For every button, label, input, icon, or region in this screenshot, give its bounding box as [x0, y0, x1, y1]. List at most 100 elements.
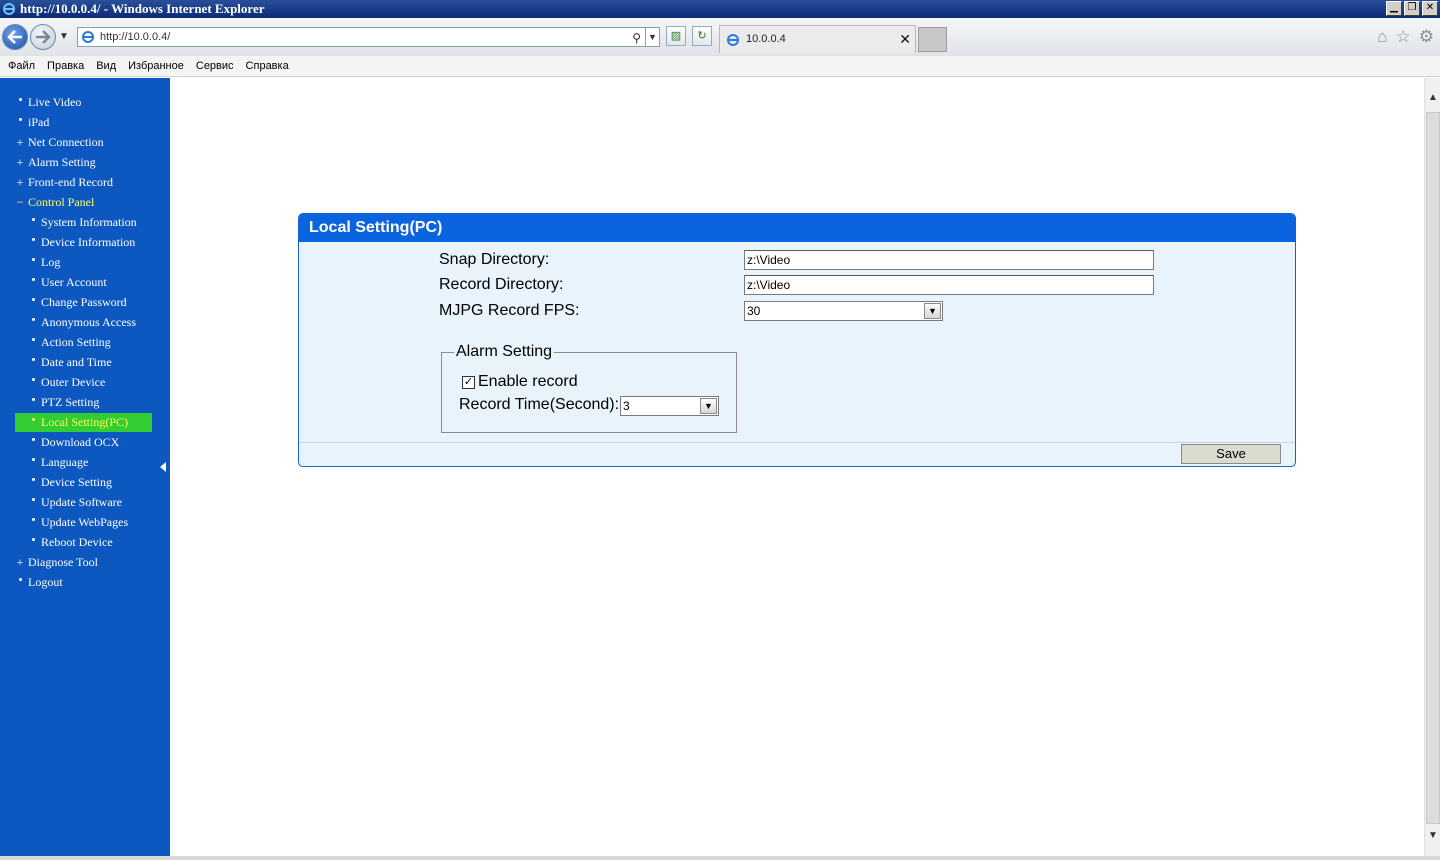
- tab-ie-icon: [727, 34, 739, 46]
- scroll-down-icon[interactable]: ▼: [1427, 830, 1439, 842]
- sidebar-item-diagnose-tool[interactable]: + Diagnose Tool: [0, 552, 170, 572]
- enable-record-checkbox[interactable]: ✓: [462, 376, 475, 389]
- back-arrow-icon: [7, 30, 22, 44]
- sidebar-item-date-and-time[interactable]: Date and Time: [0, 352, 170, 372]
- sidebar-item-anonymous-access[interactable]: Anonymous Access: [0, 312, 170, 332]
- search-icon[interactable]: ⚲: [632, 29, 641, 47]
- sidebar-item-local-setting-pc[interactable]: Local Setting(PC): [0, 412, 170, 432]
- bullet-icon: [29, 452, 37, 472]
- bullet-icon: [29, 532, 37, 552]
- record-directory-input[interactable]: [744, 275, 1154, 295]
- record-directory-row: Record Directory:: [299, 275, 1295, 297]
- expand-plus-icon: +: [16, 555, 24, 569]
- sidebar-item-control-panel[interactable]: − Control Panel: [0, 192, 170, 212]
- sidebar-item-alarm-setting[interactable]: + Alarm Setting: [0, 152, 170, 172]
- history-dropdown-icon[interactable]: ▼: [59, 31, 69, 42]
- sidebar-item-change-password[interactable]: Change Password: [0, 292, 170, 312]
- collapse-minus-icon: −: [16, 195, 24, 209]
- sidebar-item-system-information[interactable]: System Information: [0, 212, 170, 232]
- sidebar-item-log[interactable]: Log: [0, 252, 170, 272]
- record-time-select[interactable]: 3 ▼: [620, 396, 719, 416]
- bullet-icon: [29, 512, 37, 532]
- sidebar-item-ptz-setting[interactable]: PTZ Setting: [0, 392, 170, 412]
- minimize-button[interactable]: ▁: [1386, 1, 1402, 16]
- record-directory-label: Record Directory:: [439, 276, 564, 293]
- sidebar-item-device-setting[interactable]: Device Setting: [0, 472, 170, 492]
- sidebar-item-action-setting[interactable]: Action Setting: [0, 332, 170, 352]
- sidebar-item-net-connection[interactable]: + Net Connection: [0, 132, 170, 152]
- sidebar-item-update-software[interactable]: Update Software: [0, 492, 170, 512]
- bullet-icon: [29, 312, 37, 332]
- menu-favorites[interactable]: Избранное: [128, 56, 184, 76]
- browser-nav-bar: ▼ http://10.0.0.4/ ⚲ ▼ ▨ ↻ 10.0.0.4 ✕ ⌂ …: [0, 18, 1440, 56]
- snap-directory-row: Snap Directory:: [299, 250, 1295, 272]
- sidebar-collapse-arrow-icon[interactable]: [160, 462, 166, 472]
- bullet-icon: [29, 492, 37, 512]
- sidebar-item-download-ocx[interactable]: Download OCX: [0, 432, 170, 452]
- record-time-value: 3: [623, 399, 630, 413]
- bullet-icon: [16, 572, 24, 592]
- window-title-bar: http://10.0.0.4/ - Windows Internet Expl…: [0, 0, 1440, 18]
- address-dropdown-icon[interactable]: ▼: [645, 28, 659, 46]
- menu-file[interactable]: Файл: [8, 56, 35, 76]
- local-setting-panel: Local Setting(PC) Snap Directory: Record…: [298, 213, 1296, 467]
- sidebar-item-front-end-record[interactable]: + Front-end Record: [0, 172, 170, 192]
- sidebar-item-ipad[interactable]: iPad: [0, 112, 170, 132]
- save-button[interactable]: Save: [1181, 444, 1281, 464]
- bullet-icon: [29, 232, 37, 252]
- alarm-setting-group: Alarm Setting ✓ Enable record Record Tim…: [441, 343, 737, 433]
- scroll-up-icon[interactable]: ▲: [1427, 92, 1439, 104]
- forward-arrow-icon: [36, 30, 51, 44]
- bullet-icon: [29, 472, 37, 492]
- mjpg-fps-value: 30: [747, 304, 761, 318]
- vertical-scrollbar[interactable]: ▲ ▼: [1424, 78, 1440, 856]
- compatibility-view-icon[interactable]: ▨: [666, 26, 686, 46]
- ie-logo-icon: [3, 3, 15, 15]
- forward-button[interactable]: [30, 24, 56, 50]
- address-bar[interactable]: http://10.0.0.4/ ⚲ ▼: [77, 27, 660, 47]
- bullet-icon: [29, 372, 37, 392]
- sidebar-item-reboot-device[interactable]: Reboot Device: [0, 532, 170, 552]
- menu-tools[interactable]: Сервис: [196, 56, 234, 76]
- expand-plus-icon: +: [16, 135, 24, 149]
- enable-record-label: Enable record: [478, 373, 578, 390]
- close-window-button[interactable]: ✕: [1422, 1, 1438, 16]
- sidebar-item-outer-device[interactable]: Outer Device: [0, 372, 170, 392]
- sidebar-item-logout[interactable]: Logout: [0, 572, 170, 592]
- bullet-icon: [29, 392, 37, 412]
- back-button[interactable]: [2, 24, 28, 50]
- snap-directory-input[interactable]: [744, 250, 1154, 270]
- browser-tab[interactable]: 10.0.0.4 ✕: [719, 25, 916, 53]
- sidebar-item-update-webpages[interactable]: Update WebPages: [0, 512, 170, 532]
- menu-edit[interactable]: Правка: [47, 56, 84, 76]
- sidebar-item-language[interactable]: Language: [0, 452, 170, 472]
- expand-plus-icon: +: [16, 155, 24, 169]
- new-tab-button[interactable]: [918, 27, 947, 52]
- sidebar-item-live-video[interactable]: Live Video: [0, 92, 170, 112]
- scroll-thumb[interactable]: [1426, 112, 1440, 824]
- home-icon[interactable]: ⌂: [1377, 27, 1387, 47]
- favorites-star-icon[interactable]: ☆: [1396, 27, 1411, 47]
- main-content: Local Setting(PC) Snap Directory: Record…: [170, 78, 1424, 856]
- bullet-icon: [29, 292, 37, 312]
- refresh-icon[interactable]: ↻: [692, 26, 712, 46]
- bullet-icon: [16, 112, 24, 132]
- bullet-icon: [29, 352, 37, 372]
- address-text: http://10.0.0.4/: [100, 31, 171, 43]
- bullet-icon: [29, 332, 37, 352]
- tab-close-icon[interactable]: ✕: [899, 26, 911, 53]
- bullet-icon: [16, 92, 24, 112]
- sidebar-item-user-account[interactable]: User Account: [0, 272, 170, 292]
- sidebar-item-device-information[interactable]: Device Information: [0, 232, 170, 252]
- menu-view[interactable]: Вид: [96, 56, 116, 76]
- bullet-icon: [29, 212, 37, 232]
- status-strip: [0, 856, 1440, 860]
- expand-plus-icon: +: [16, 175, 24, 189]
- snap-directory-label: Snap Directory:: [439, 251, 550, 268]
- checkmark-icon: ✓: [463, 376, 474, 388]
- menu-help[interactable]: Справка: [246, 56, 289, 76]
- mjpg-fps-select[interactable]: 30 ▼: [744, 301, 943, 321]
- restore-button[interactable]: ❐: [1404, 1, 1420, 16]
- settings-gear-icon[interactable]: ⚙: [1419, 27, 1434, 47]
- panel-footer: Save: [299, 442, 1295, 466]
